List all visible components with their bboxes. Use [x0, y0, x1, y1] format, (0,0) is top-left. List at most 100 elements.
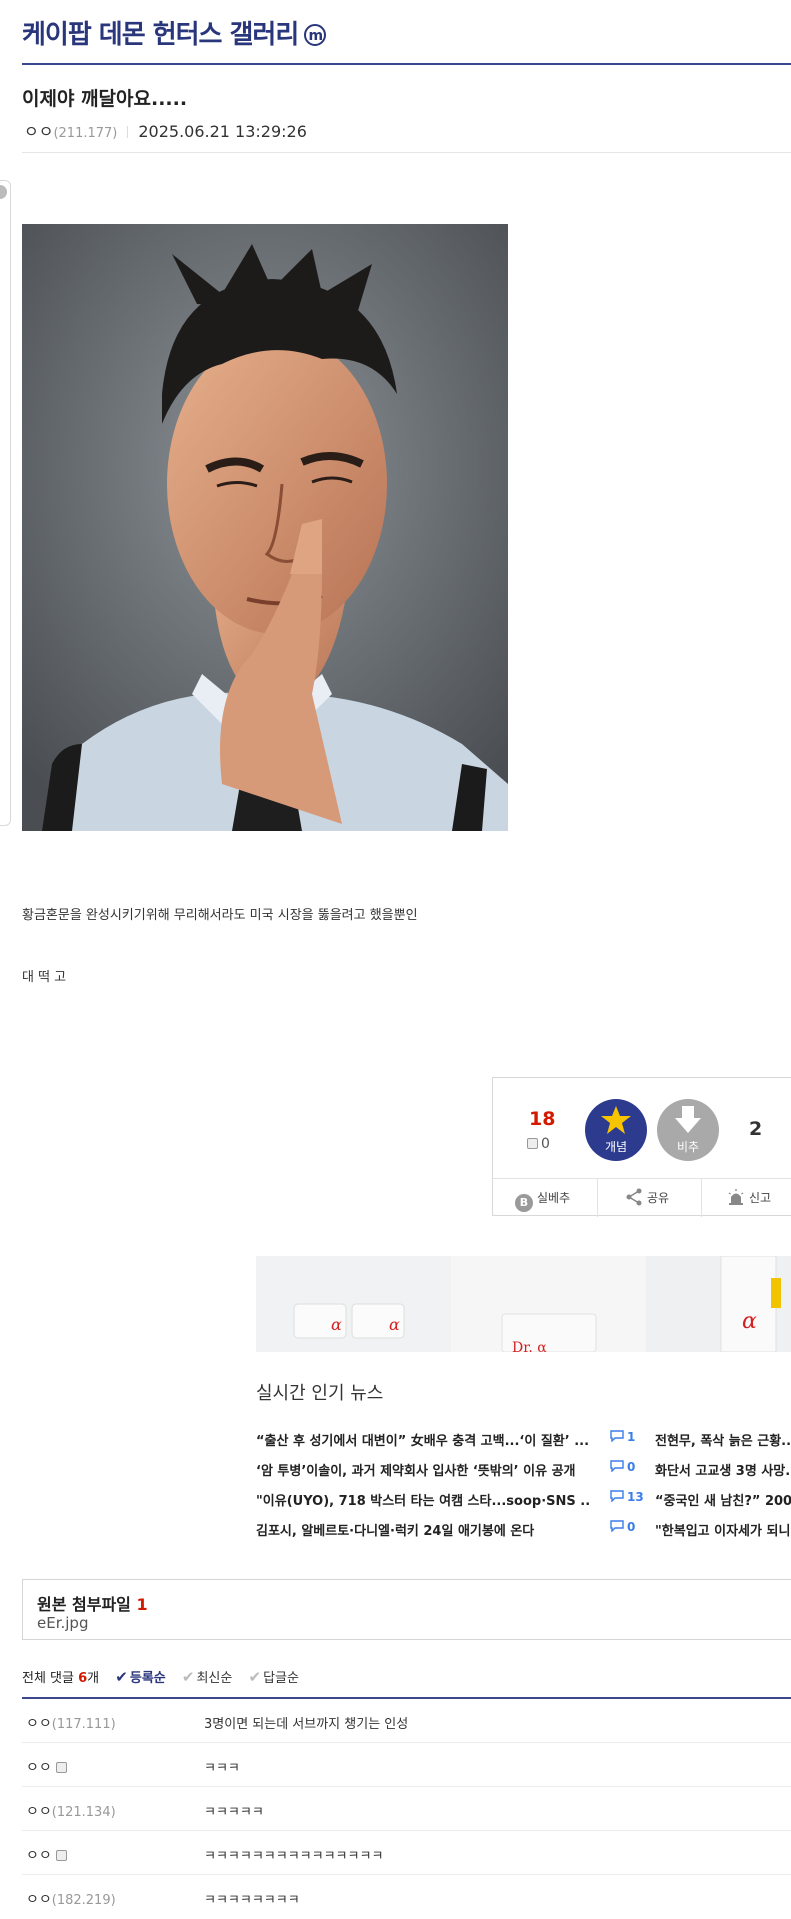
news-item-comments: 1	[610, 1430, 635, 1444]
report-label: 신고	[749, 1191, 772, 1205]
comment-ip: (117.111)	[51, 1717, 116, 1732]
news-comment-count: 13	[627, 1490, 644, 1504]
post-body-line-1: 황금혼문을 완성시키기위해 무리해서라도 미국 시장을 뚫을려고 했을뿐인	[22, 908, 418, 923]
news-comment-count: 0	[627, 1520, 636, 1534]
side-panel-tab[interactable]	[0, 180, 11, 826]
svg-text:α: α	[389, 1315, 400, 1334]
ad-product-image: α α Dr. α α	[256, 1256, 791, 1352]
news-item-title[interactable]: "이유(UYO), 718 박스터 타는 여캠 스타...soop·SNS ..…	[256, 1490, 590, 1509]
comment-bubble-icon	[610, 1460, 624, 1473]
recommend-count: 18	[529, 1108, 556, 1130]
post-datetime: 2025.06.21 13:29:26	[138, 122, 307, 141]
comment-bubble-icon	[610, 1430, 624, 1443]
comment-text: ㅋㅋㅋㅋㅋㅋㅋㅋ	[204, 1893, 300, 1908]
news-item-title[interactable]: “출산 후 성기에서 대변이” 女배우 충격 고백...‘이 질환’ ...	[256, 1430, 590, 1449]
downvote-label: 비추	[676, 1140, 700, 1154]
sort-by-replies[interactable]: ✔ 답글순	[248, 1668, 299, 1686]
comment-nick: ㅇㅇ	[26, 1892, 52, 1908]
attachment-box: 원본 첨부파일 1 eEr.jpg	[22, 1579, 791, 1640]
comment-nick: ㅇㅇ	[26, 1848, 52, 1864]
comment-bubble-icon	[610, 1520, 624, 1533]
portrait-illustration	[22, 224, 508, 831]
sort-label: 최신순	[196, 1671, 233, 1686]
comment-row: ㅇㅇ ㅋㅋㅋㅋㅋㅋㅋㅋㅋㅋㅋㅋㅋㅋㅋ	[22, 1831, 791, 1875]
attachment-title: 원본 첨부파일 1	[37, 1591, 148, 1615]
down-arrow-icon	[675, 1106, 701, 1133]
news-item-comments: 0	[610, 1520, 635, 1534]
gallery-title[interactable]: 케이팝 데몬 헌터스 갤러리 m	[22, 14, 327, 51]
action-divider	[597, 1179, 598, 1217]
comments-count: 6	[78, 1671, 88, 1686]
news-item-title[interactable]: ‘암 투병’이솔이, 과거 제약회사 입사한 ‘뜻밖의’ 이유 공개	[256, 1460, 590, 1479]
siren-icon	[728, 1189, 744, 1205]
post-author[interactable]: ㅇㅇ	[24, 122, 53, 141]
header-divider	[22, 63, 791, 65]
comment-text: 3명이면 되는데 서브까지 챙기는 인성	[204, 1717, 409, 1732]
post-title: 이제야 깨달아요.....	[22, 88, 188, 110]
sort-label: 등록순	[129, 1671, 166, 1686]
meta-separator	[127, 126, 129, 138]
news-comment-count: 1	[627, 1430, 636, 1444]
post-meta: ㅇㅇ(211.177) 2025.06.21 13:29:26	[24, 118, 307, 142]
comment-text: ㅋㅋㅋㅋㅋ	[204, 1805, 264, 1820]
comments-label: 전체 댓글	[22, 1671, 74, 1686]
fixed-nick-icon	[527, 1138, 538, 1149]
comment-author[interactable]: ㅇㅇ	[26, 1757, 67, 1777]
comment-row: ㅇㅇ(117.111) 3명이면 되는데 서브까지 챙기는 인성	[22, 1699, 791, 1743]
post-body-line-2: 대 떡 고	[22, 970, 67, 985]
action-divider	[701, 1179, 702, 1217]
comment-row: ㅇㅇ ㅋㅋㅋ	[22, 1743, 791, 1787]
post-image[interactable]	[22, 224, 508, 831]
svg-text:α: α	[331, 1315, 342, 1334]
comment-row: ㅇㅇ(182.219) ㅋㅋㅋㅋㅋㅋㅋㅋ	[22, 1875, 791, 1919]
meta-divider	[22, 152, 791, 153]
upvote-button[interactable]: 개념	[585, 1099, 647, 1161]
comment-text: ㅋㅋㅋ	[204, 1761, 240, 1776]
nonrecommend-count: 2	[749, 1118, 763, 1140]
live-news-heading: 실시간 인기 뉴스	[256, 1383, 384, 1404]
comment-ip: (182.219)	[51, 1893, 116, 1908]
comments-header: 전체 댓글 6개 ✔ 등록순 ✔ 최신순 ✔ 답글순	[22, 1667, 299, 1686]
check-icon: ✔	[181, 1668, 195, 1686]
svg-text:α: α	[742, 1309, 757, 1334]
check-icon: ✔	[248, 1668, 262, 1686]
fixed-recommend-count: 0	[527, 1136, 550, 1152]
news-item-comments: 13	[610, 1490, 644, 1504]
comment-author[interactable]: ㅇㅇ	[26, 1845, 67, 1865]
downvote-button[interactable]: 비추	[657, 1099, 719, 1161]
comment-author[interactable]: ㅇㅇ(182.219)	[26, 1889, 116, 1909]
star-icon	[601, 1106, 631, 1134]
news-item-title-right[interactable]: 화단서 고교생 3명 사망...	[655, 1460, 791, 1479]
news-item-title-right[interactable]: 전현무, 폭삭 늙은 근황...	[655, 1430, 791, 1449]
share-label: 공유	[647, 1191, 670, 1205]
attachment-title-text: 원본 첨부파일	[37, 1595, 131, 1614]
sort-label: 답글순	[263, 1671, 299, 1686]
comment-author[interactable]: ㅇㅇ(117.111)	[26, 1713, 116, 1733]
attachment-file-link[interactable]: eEr.jpg	[37, 1614, 88, 1632]
ad-banner[interactable]: α α Dr. α α	[256, 1256, 791, 1352]
sort-by-registration[interactable]: ✔ 등록순	[115, 1668, 166, 1686]
comment-author[interactable]: ㅇㅇ(121.134)	[26, 1801, 116, 1821]
comment-bubble-icon	[610, 1490, 624, 1503]
news-item-title-right[interactable]: “중국인 새 남친?” 200...	[655, 1490, 791, 1509]
best-recommend-button[interactable]: B 실베추	[515, 1179, 570, 1217]
gallery-title-text: 케이팝 데몬 헌터스 갤러리	[22, 20, 299, 50]
comment-nick: ㅇㅇ	[26, 1716, 52, 1732]
fixed-nick-icon	[55, 1762, 67, 1773]
news-item-title-right[interactable]: "한복입고 이자세가 되니...	[655, 1520, 791, 1539]
news-item-title[interactable]: 김포시, 알베르토·다니엘·럭키 24일 애기봉에 온다	[256, 1520, 590, 1539]
report-button[interactable]: 신고	[727, 1179, 771, 1217]
fixed-recommend-value: 0	[541, 1136, 550, 1152]
comments-count-unit: 개	[87, 1671, 100, 1686]
attachment-count: 1	[136, 1595, 148, 1614]
sort-by-latest[interactable]: ✔ 최신순	[181, 1668, 233, 1686]
best-recommend-label: 실베추	[537, 1191, 571, 1205]
share-button[interactable]: 공유	[625, 1179, 669, 1217]
comment-row: ㅇㅇ(121.134) ㅋㅋㅋㅋㅋ	[22, 1787, 791, 1831]
comment-nick: ㅇㅇ	[26, 1760, 52, 1776]
news-comment-count: 0	[627, 1460, 636, 1474]
recommend-box: 18 0 개념 비추 2 B 실베추 공유 신고	[492, 1077, 791, 1217]
minor-gallery-badge: m	[304, 24, 327, 46]
upvote-label: 개념	[604, 1140, 628, 1154]
check-icon: ✔	[115, 1668, 128, 1686]
